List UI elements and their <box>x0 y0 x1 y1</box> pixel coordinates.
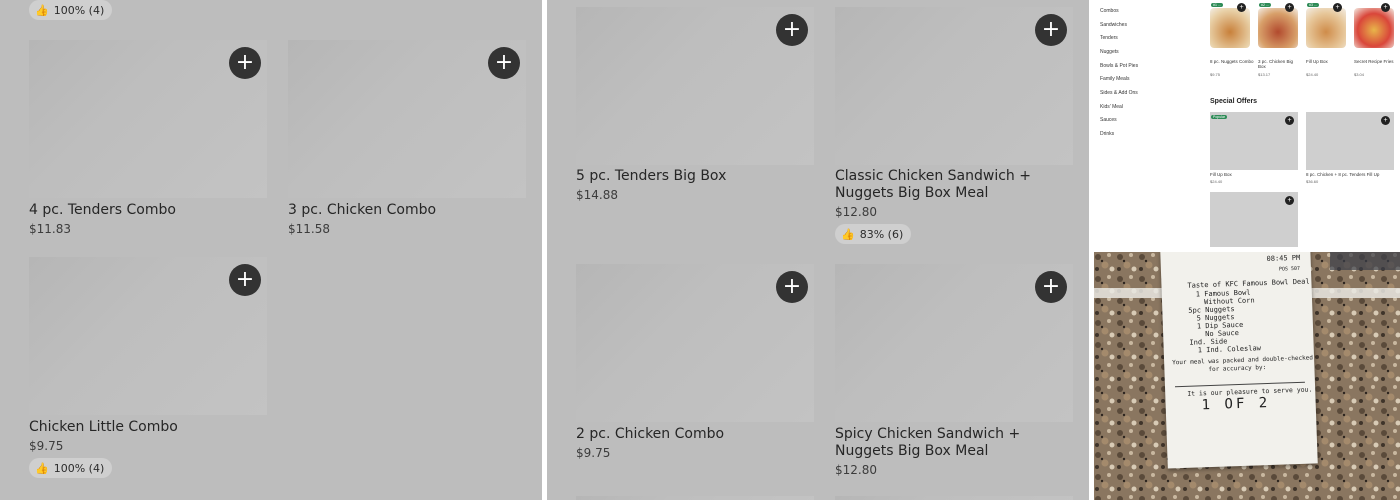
thumbs-up-icon: 👍 <box>35 461 49 475</box>
item-name[interactable]: Fill Up Box <box>1210 172 1298 177</box>
receipt-photo: 08:45 PM POS 507 Taste of KFC Famous Bow… <box>1094 252 1400 500</box>
receipt: 08:45 PM POS 507 Taste of KFC Famous Bow… <box>1160 252 1318 469</box>
plus-icon[interactable]: + <box>1285 116 1294 125</box>
item-price: $9.75 <box>576 446 611 460</box>
receipt-time: 08:45 PM <box>1266 253 1301 263</box>
item-price: $24.40 <box>1210 179 1223 184</box>
sidebar-item[interactable]: Combos <box>1100 8 1119 14</box>
add-item-button[interactable]: + <box>776 14 808 46</box>
sidebar-item[interactable]: Bowls & Pot Pies <box>1100 63 1138 69</box>
rank-tag: #1 ... <box>1211 3 1223 7</box>
plus-icon[interactable]: + <box>1333 3 1342 12</box>
plus-icon: + <box>782 17 802 42</box>
add-item-button[interactable]: + <box>488 47 520 79</box>
item-name[interactable]: 8 pc. Chicken + 8 pc. Tenders Fill Up <box>1306 172 1398 177</box>
receipt-page-count: 1 OF 2 <box>1201 394 1271 414</box>
section-heading: Special Offers <box>1210 98 1258 105</box>
item-name[interactable]: Chicken Little Combo <box>29 419 267 436</box>
sidebar-item[interactable]: Sides & Add Ons <box>1100 90 1138 96</box>
item-name[interactable]: 5 pc. Tenders Big Box <box>576 168 814 185</box>
item-price: $12.80 <box>835 463 877 477</box>
item-price: $9.75 <box>1210 72 1221 77</box>
food-image[interactable] <box>1258 8 1298 48</box>
plus-icon: + <box>494 50 514 75</box>
plus-icon: + <box>235 50 255 75</box>
add-item-button[interactable]: + <box>1035 271 1067 303</box>
item-price: $36.60 <box>1306 179 1319 184</box>
rating-badge: 👍 100% (4) <box>29 458 113 478</box>
thumbs-up-icon: 👍 <box>841 227 855 241</box>
plus-icon[interactable]: + <box>1285 3 1294 12</box>
menu-panel-middle: + 5 pc. Tenders Big Box $14.88 + Classic… <box>547 0 1089 500</box>
plus-icon: + <box>1041 17 1061 42</box>
rating-text: 100% (4) <box>53 461 105 475</box>
plus-icon: + <box>782 274 802 299</box>
food-image[interactable] <box>1354 8 1394 48</box>
rating-text: 83% (6) <box>859 227 904 241</box>
sidebar-item[interactable]: Nuggets <box>1100 49 1119 55</box>
rank-tag: #3 ... <box>1307 3 1319 7</box>
item-name[interactable]: Fill Up Box <box>1306 59 1350 64</box>
rating-badge: 👍 83% (6) <box>835 224 912 244</box>
plus-icon[interactable]: + <box>1237 3 1246 12</box>
item-name[interactable]: 3 pc. Chicken Big Box <box>1258 59 1302 69</box>
receipt-line: for accuracy by: <box>1208 364 1267 374</box>
item-price: $13.17 <box>1258 72 1271 77</box>
sidebar-item[interactable]: Sauces <box>1100 117 1117 123</box>
item-price: $14.88 <box>576 188 618 202</box>
menu-panel-left: 👍 100% (4) + 4 pc. Tenders Combo $11.83 … <box>0 0 542 500</box>
add-item-button[interactable]: + <box>229 47 261 79</box>
food-image[interactable] <box>1210 8 1250 48</box>
item-name[interactable]: 2 pc. Chicken Combo <box>576 426 814 443</box>
rating-badge: 👍 100% (4) <box>29 0 113 20</box>
sidebar-item[interactable]: Drinks <box>1100 131 1114 137</box>
rating-text: 100% (4) <box>53 3 105 17</box>
plus-icon: + <box>235 267 255 292</box>
sidebar-item[interactable]: Tenders <box>1100 35 1118 41</box>
desktop-menu-screenshot: Combos Sandwiches Tenders Nuggets Bowls … <box>1094 0 1400 247</box>
item-image[interactable] <box>835 496 1073 500</box>
plus-icon: + <box>1041 274 1061 299</box>
item-price: $9.75 <box>29 439 64 453</box>
sidebar-item[interactable]: Family Meals <box>1100 76 1129 82</box>
rank-tag: #2 ... <box>1259 3 1271 7</box>
plus-icon[interactable]: + <box>1285 196 1294 205</box>
receipt-line: 1 Ind. Coleslaw <box>1197 344 1262 355</box>
item-name[interactable]: Classic Chicken Sandwich + Nuggets Big B… <box>835 168 1075 202</box>
receipt-pos: POS 507 <box>1278 265 1301 273</box>
item-name[interactable]: 8 pc. Nuggets Combo <box>1210 59 1254 64</box>
item-price: $11.58 <box>288 222 330 236</box>
item-name[interactable]: Spicy Chicken Sandwich + Nuggets Big Box… <box>835 426 1075 460</box>
plus-icon[interactable]: + <box>1381 116 1390 125</box>
add-item-button[interactable]: + <box>776 271 808 303</box>
sidebar-item[interactable]: Kids' Meal <box>1100 104 1123 110</box>
item-price: $11.83 <box>29 222 71 236</box>
item-name[interactable]: 3 pc. Chicken Combo <box>288 202 526 219</box>
add-item-button[interactable]: + <box>1035 14 1067 46</box>
item-image[interactable] <box>576 496 814 500</box>
plus-icon[interactable]: + <box>1381 3 1390 12</box>
item-name[interactable]: Secret Recipe Fries <box>1354 59 1398 64</box>
item-name[interactable]: 4 pc. Tenders Combo <box>29 202 267 219</box>
item-price: $24.40 <box>1306 72 1319 77</box>
item-price: $12.80 <box>835 205 877 219</box>
sidebar-item[interactable]: Sandwiches <box>1100 22 1127 28</box>
item-price: $3.04 <box>1354 72 1365 77</box>
thumbs-up-icon: 👍 <box>35 3 49 17</box>
add-item-button[interactable]: + <box>229 264 261 296</box>
food-image[interactable] <box>1306 8 1346 48</box>
popular-tag: Popular <box>1211 115 1228 119</box>
